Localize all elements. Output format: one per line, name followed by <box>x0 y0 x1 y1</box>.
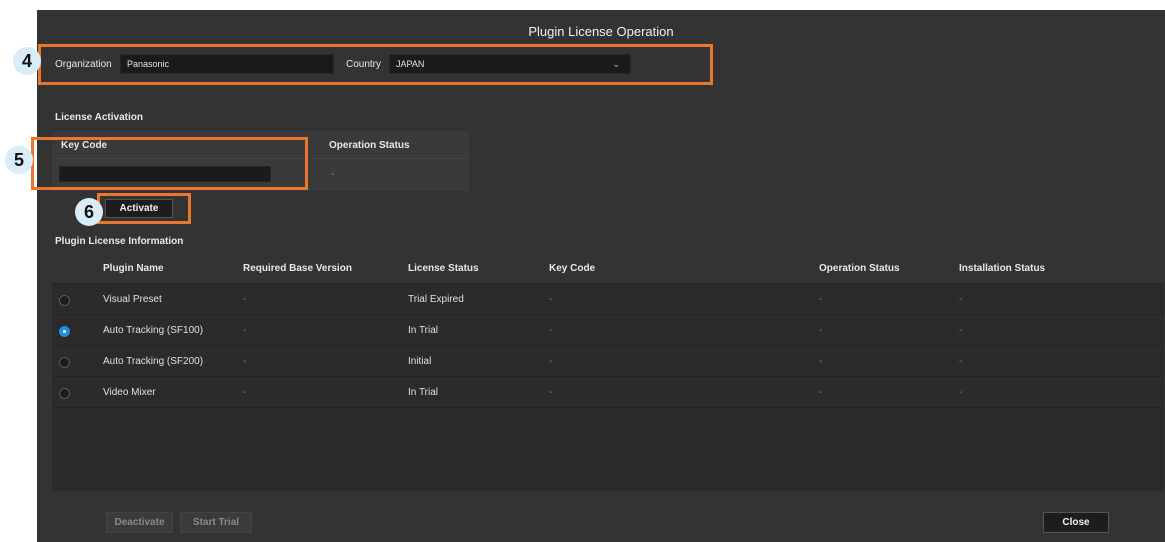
required-base-version: - <box>243 387 247 398</box>
license-activation-heading: License Activation <box>55 112 143 123</box>
plugin-name: Auto Tracking (SF200) <box>103 356 204 367</box>
callout-badge-4: 4 <box>13 47 41 75</box>
license-activation-divider <box>52 158 469 159</box>
column-header-license-status: License Status <box>408 263 479 274</box>
callout-badge-6: 6 <box>75 198 103 226</box>
key-code-label: Key Code <box>61 140 108 151</box>
table-row[interactable]: Video Mixer - In Trial - - - <box>52 378 1164 408</box>
radio-button-icon[interactable] <box>59 295 70 306</box>
installation-status: - <box>959 294 963 305</box>
installation-status: - <box>959 387 963 398</box>
key-code: - <box>549 294 553 305</box>
required-base-version: - <box>243 325 247 336</box>
operation-status: - <box>819 387 823 398</box>
column-header-required-base-version: Required Base Version <box>243 263 352 274</box>
key-code: - <box>549 387 553 398</box>
key-code: - <box>549 325 553 336</box>
table-row[interactable]: Auto Tracking (SF200) - Initial - - - <box>52 347 1164 377</box>
callout-badge-5: 5 <box>5 146 33 174</box>
column-header-plugin-name: Plugin Name <box>103 263 164 274</box>
installation-status: - <box>959 325 963 336</box>
country-value: JAPAN <box>396 59 425 69</box>
close-button[interactable]: Close <box>1043 512 1109 533</box>
operation-status-label: Operation Status <box>329 140 410 151</box>
key-code: - <box>549 356 553 367</box>
plugin-license-window: Plugin License Operation Organization Pa… <box>37 10 1165 542</box>
license-status: Initial <box>408 356 432 367</box>
column-header-key-code: Key Code <box>549 263 596 274</box>
key-code-input[interactable] <box>59 166 271 182</box>
country-label: Country <box>346 59 382 70</box>
radio-button-icon[interactable] <box>59 357 70 368</box>
table-header: Plugin Name Required Base Version Licens… <box>52 254 1164 284</box>
plugin-license-table: Plugin Name Required Base Version Licens… <box>52 254 1164 491</box>
chevron-down-icon: ⌄ <box>612 59 620 69</box>
installation-status: - <box>959 356 963 367</box>
window-title: Plugin License Operation <box>528 24 674 39</box>
start-trial-button[interactable]: Start Trial <box>180 512 252 533</box>
radio-button-icon[interactable] <box>59 326 70 337</box>
required-base-version: - <box>243 356 247 367</box>
license-status: Trial Expired <box>408 294 464 305</box>
organization-field[interactable]: Panasonic <box>120 54 334 74</box>
radio-button-icon[interactable] <box>59 388 70 399</box>
plugin-name: Video Mixer <box>103 387 156 398</box>
operation-status: - <box>819 325 823 336</box>
license-status: In Trial <box>408 325 439 336</box>
deactivate-button[interactable]: Deactivate <box>106 512 173 533</box>
license-status: In Trial <box>408 387 439 398</box>
required-base-version: - <box>243 294 247 305</box>
plugin-name: Visual Preset <box>103 294 162 305</box>
plugin-name: Auto Tracking (SF100) <box>103 325 204 336</box>
column-header-installation-status: Installation Status <box>959 263 1046 274</box>
column-header-operation-status: Operation Status <box>819 263 900 274</box>
operation-status: - <box>819 356 823 367</box>
plugin-license-info-heading: Plugin License Information <box>55 236 184 247</box>
table-row[interactable]: Visual Preset - Trial Expired - - - <box>52 285 1164 315</box>
table-row[interactable]: Auto Tracking (SF100) - In Trial - - - <box>52 316 1164 346</box>
organization-label: Organization <box>55 59 112 70</box>
activate-button[interactable]: Activate <box>105 199 173 218</box>
operation-status-value: - <box>331 169 335 180</box>
operation-status: - <box>819 294 823 305</box>
country-select[interactable]: JAPAN ⌄ <box>389 54 631 74</box>
